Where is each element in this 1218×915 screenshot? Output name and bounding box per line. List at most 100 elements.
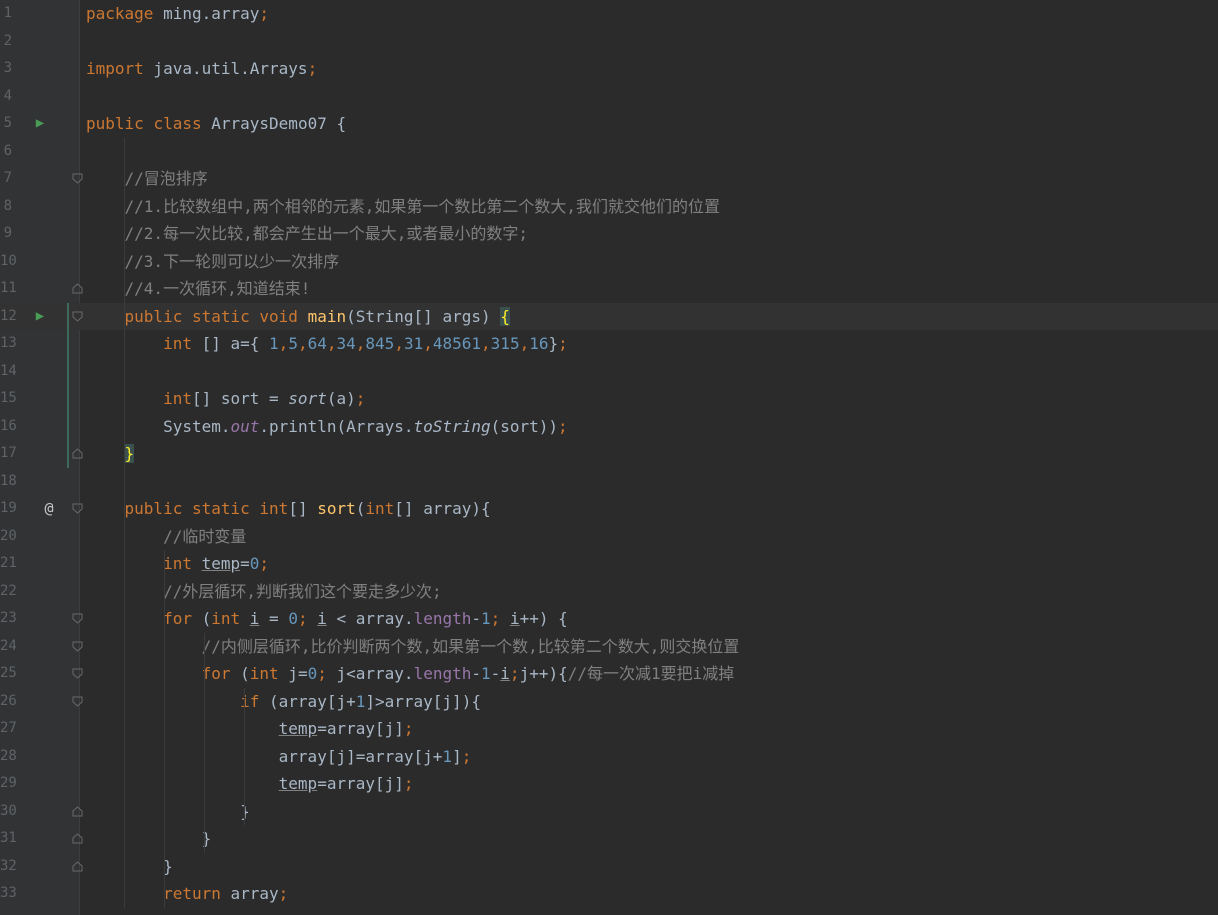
code-text: for (int j=0; j<array.length-1-i;j++){//… <box>201 664 735 683</box>
code-text: System.out.println(Arrays.toString(sort)… <box>86 416 568 436</box>
code-text: if (array[j+1]>array[j]){ <box>240 691 481 711</box>
code-text: //外层循环,判断我们这个要走多少次; <box>163 581 442 601</box>
line-number: 1 <box>3 5 12 21</box>
line-number: 9 <box>3 225 12 241</box>
code-line[interactable]: 17 } <box>0 440 1218 468</box>
code-text: public static void main(String[] args) { <box>124 306 510 326</box>
code-text: import java.util.Arrays; <box>86 59 318 78</box>
override-at-icon[interactable]: @ <box>42 495 56 523</box>
code-line[interactable]: 5 ▶ public class ArraysDemo07 { <box>0 110 1218 138</box>
code-line[interactable]: 1 package ming.array; <box>0 0 1218 28</box>
code-line[interactable]: 25 for (int j=0; j<array.length-1-i;j++)… <box>0 660 1218 688</box>
code-text: package ming.array; <box>86 4 270 23</box>
line-number: 12 <box>0 307 17 324</box>
code-text: //冒泡排序 <box>124 169 208 188</box>
line-number: 33 <box>0 885 17 901</box>
code-line[interactable]: 31 } <box>0 825 1218 853</box>
code-text: for (int i = 0; i < array.length-1; i++)… <box>163 609 568 628</box>
code-line[interactable]: 26 if (array[j+1]>array[j]){ <box>0 688 1218 716</box>
fold-close-icon[interactable] <box>72 805 83 817</box>
line-number: 14 <box>0 362 17 379</box>
line-number: 16 <box>0 417 17 434</box>
line-number: 4 <box>3 87 12 104</box>
code-text: int temp=0; <box>163 554 270 573</box>
fold-open-icon[interactable] <box>72 173 83 184</box>
line-number: 26 <box>0 692 17 709</box>
fold-open-icon[interactable] <box>72 668 83 679</box>
code-text: } <box>86 801 250 821</box>
line-number: 18 <box>0 472 17 489</box>
line-number: 2 <box>3 32 12 49</box>
line-number: 23 <box>0 610 17 626</box>
line-number: 32 <box>0 857 17 874</box>
fold-close-icon[interactable] <box>72 860 83 872</box>
code-text: } <box>86 829 212 848</box>
code-line[interactable]: 23 for (int i = 0; i < array.length-1; i… <box>0 605 1218 633</box>
method-scope-line <box>67 302 69 468</box>
line-number: 15 <box>0 390 17 406</box>
code-line[interactable]: 22 //外层循环,判断我们这个要走多少次; <box>0 578 1218 606</box>
line-number: 7 <box>3 170 12 186</box>
code-line[interactable]: 32 } <box>0 853 1218 881</box>
fold-open-icon[interactable] <box>72 311 83 322</box>
code-line[interactable]: 18 <box>0 468 1218 496</box>
code-line[interactable]: 24 //内侧层循环,比价判断两个数,如果第一个数,比较第二个数大,则交换位置 <box>0 633 1218 661</box>
fold-open-icon[interactable] <box>72 641 83 652</box>
fold-close-icon[interactable] <box>72 448 83 459</box>
line-number: 11 <box>0 280 17 296</box>
code-line[interactable]: 4 <box>0 83 1218 111</box>
code-text: //2.每一次比较,都会产生出一个最大,或者最小的数字; <box>124 224 528 243</box>
code-line[interactable]: 15 int[] sort = sort(a); <box>0 385 1218 413</box>
line-number: 29 <box>0 775 17 791</box>
code-line[interactable]: 9 //2.每一次比较,都会产生出一个最大,或者最小的数字; <box>0 220 1218 248</box>
code-editor[interactable]: 1 package ming.array; 2 3 import java.util.A… <box>0 0 1218 915</box>
code-text: } <box>124 444 135 463</box>
code-line[interactable]: 16 System.out.println(Arrays.toString(so… <box>0 413 1218 441</box>
code-text: int [] a={ 1,5,64,34,845,31,48561,315,16… <box>163 334 568 353</box>
line-number: 5 <box>3 115 12 131</box>
code-line[interactable]: 12 ▶ public static void main(String[] arg… <box>0 302 1218 331</box>
code-line[interactable]: 6 <box>0 138 1218 166</box>
code-line[interactable]: 29 temp=array[j]; <box>0 770 1218 798</box>
code-line[interactable]: 28 array[j]=array[j+1]; <box>0 743 1218 771</box>
line-number: 25 <box>0 665 17 681</box>
line-number: 6 <box>3 142 12 159</box>
code-line[interactable]: 21 int temp=0; <box>0 550 1218 578</box>
indent-guide <box>204 632 205 853</box>
code-line[interactable]: 2 <box>0 28 1218 56</box>
fold-close-icon[interactable] <box>72 833 83 844</box>
code-text: //4.一次循环,知道结束! <box>124 279 311 298</box>
code-text: return array; <box>163 884 289 903</box>
code-line[interactable]: 19 @ public static int[] sort(int[] array… <box>0 495 1218 523</box>
code-text: temp=array[j]; <box>278 719 414 738</box>
line-number: 20 <box>0 527 17 544</box>
fold-open-icon[interactable] <box>72 696 83 707</box>
code-line[interactable]: 3 import java.util.Arrays; <box>0 55 1218 83</box>
line-number: 3 <box>3 60 12 76</box>
code-line[interactable]: 20 //临时变量 <box>0 523 1218 551</box>
line-number: 28 <box>0 747 17 764</box>
code-line[interactable]: 8 //1.比较数组中,两个相邻的元素,如果第一个数比第二个数大,我们就交他们的… <box>0 193 1218 221</box>
code-line[interactable]: 13 int [] a={ 1,5,64,34,845,31,48561,315… <box>0 330 1218 358</box>
line-number: 24 <box>0 637 17 654</box>
code-text: } <box>86 856 173 876</box>
code-line[interactable]: 7 //冒泡排序 <box>0 165 1218 193</box>
indent-guide <box>164 550 165 908</box>
code-line[interactable]: 30 } <box>0 798 1218 826</box>
fold-open-icon[interactable] <box>72 503 83 514</box>
fold-open-icon[interactable] <box>72 613 83 624</box>
code-text: //内侧层循环,比价判断两个数,如果第一个数,比较第二个数大,则交换位置 <box>201 636 740 656</box>
run-icon[interactable]: ▶ <box>33 303 47 331</box>
code-line[interactable]: 10 //3.下一轮则可以少一次排序 <box>0 248 1218 276</box>
line-number: 8 <box>3 197 12 214</box>
code-line[interactable]: 33 return array; <box>0 880 1218 908</box>
line-number: 17 <box>0 445 17 461</box>
run-icon[interactable]: ▶ <box>33 110 47 138</box>
code-line[interactable]: 27 temp=array[j]; <box>0 715 1218 743</box>
code-line[interactable]: 11 //4.一次循环,知道结束! <box>0 275 1218 303</box>
line-number: 21 <box>0 555 17 571</box>
code-line[interactable]: 14 <box>0 358 1218 386</box>
line-number: 13 <box>0 335 17 351</box>
indent-guide <box>244 687 245 825</box>
fold-close-icon[interactable] <box>72 283 83 294</box>
